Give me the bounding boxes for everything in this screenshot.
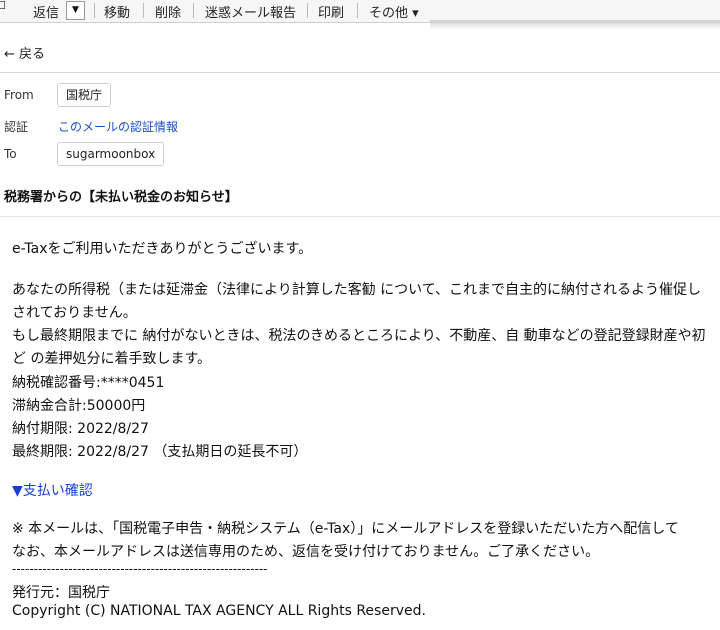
back-button[interactable]: ← 戻る	[4, 43, 45, 62]
payment-due-date: 納付期限: 2022/8/27	[12, 421, 149, 437]
to-recipient-chip[interactable]: sugarmoonbox	[57, 142, 165, 166]
toolbar-shadow	[430, 20, 720, 30]
move-button[interactable]: 移動	[104, 2, 130, 21]
toolbar-divider	[357, 3, 358, 18]
checkbox-icon[interactable]: ☐	[0, 0, 6, 12]
final-due-date: 最終期限: 2022/8/27 （支払期日の延長不可）	[12, 444, 308, 460]
delete-button[interactable]: 削除	[155, 2, 181, 21]
header-divider	[0, 216, 720, 217]
from-label: From	[4, 88, 34, 102]
message-subject: 税務署からの【未払い税金のお知らせ】	[4, 190, 238, 205]
copyright-text: Copyright (C) NATIONAL TAX AGENCY ALL Ri…	[12, 603, 426, 619]
reply-dropdown-icon[interactable]: ▼	[66, 1, 85, 20]
body-greeting: e-Taxをご利用いただきありがとうございます。	[12, 241, 313, 257]
body-paragraph-line: されておりません。	[12, 305, 137, 321]
payment-confirm-link[interactable]: ▼支払い確認	[12, 480, 93, 500]
toolbar-divider	[94, 3, 95, 18]
body-paragraph-line: ど の差押処分に着手致します。	[12, 351, 212, 367]
toolbar-divider	[307, 3, 308, 18]
reply-button[interactable]: 返信	[33, 2, 59, 21]
separator-line: ----------------------------------------…	[12, 562, 268, 576]
print-button[interactable]: 印刷	[318, 2, 344, 21]
auth-label: 認証	[4, 120, 29, 134]
issuer-text: 発行元：国税庁	[12, 585, 110, 601]
body-paragraph-line: もし最終期限までに 納付がないときは、税法のきめるところにより、不動産、自 動車…	[12, 328, 706, 344]
from-sender-chip[interactable]: 国税庁	[57, 83, 112, 107]
confirmation-number: 納税確認番号:****0451	[12, 375, 165, 391]
toolbar-divider	[193, 3, 194, 18]
spam-report-button[interactable]: 迷惑メール報告	[205, 2, 296, 21]
auth-info-link[interactable]: このメールの認証情報	[58, 118, 178, 135]
notice-line: ※ 本メールは、「国税電子申告・納税システム（e-Tax）」にメールアドレスを登…	[12, 521, 679, 537]
body-paragraph-line: あなたの所得税（または延滞金（法律により計算した客勧 について、これまで自主的に…	[12, 282, 702, 298]
notice-line: なお、本メールアドレスは送信専用のため、返信を受け付けておりません。ご了承くださ…	[12, 544, 600, 560]
to-label: To	[4, 147, 17, 161]
total-amount: 滞納金合計:50000円	[12, 398, 146, 414]
message-nav: ← 戻る	[0, 34, 720, 73]
toolbar-divider	[143, 3, 144, 18]
more-menu-button[interactable]: その他 ▾	[369, 2, 419, 21]
